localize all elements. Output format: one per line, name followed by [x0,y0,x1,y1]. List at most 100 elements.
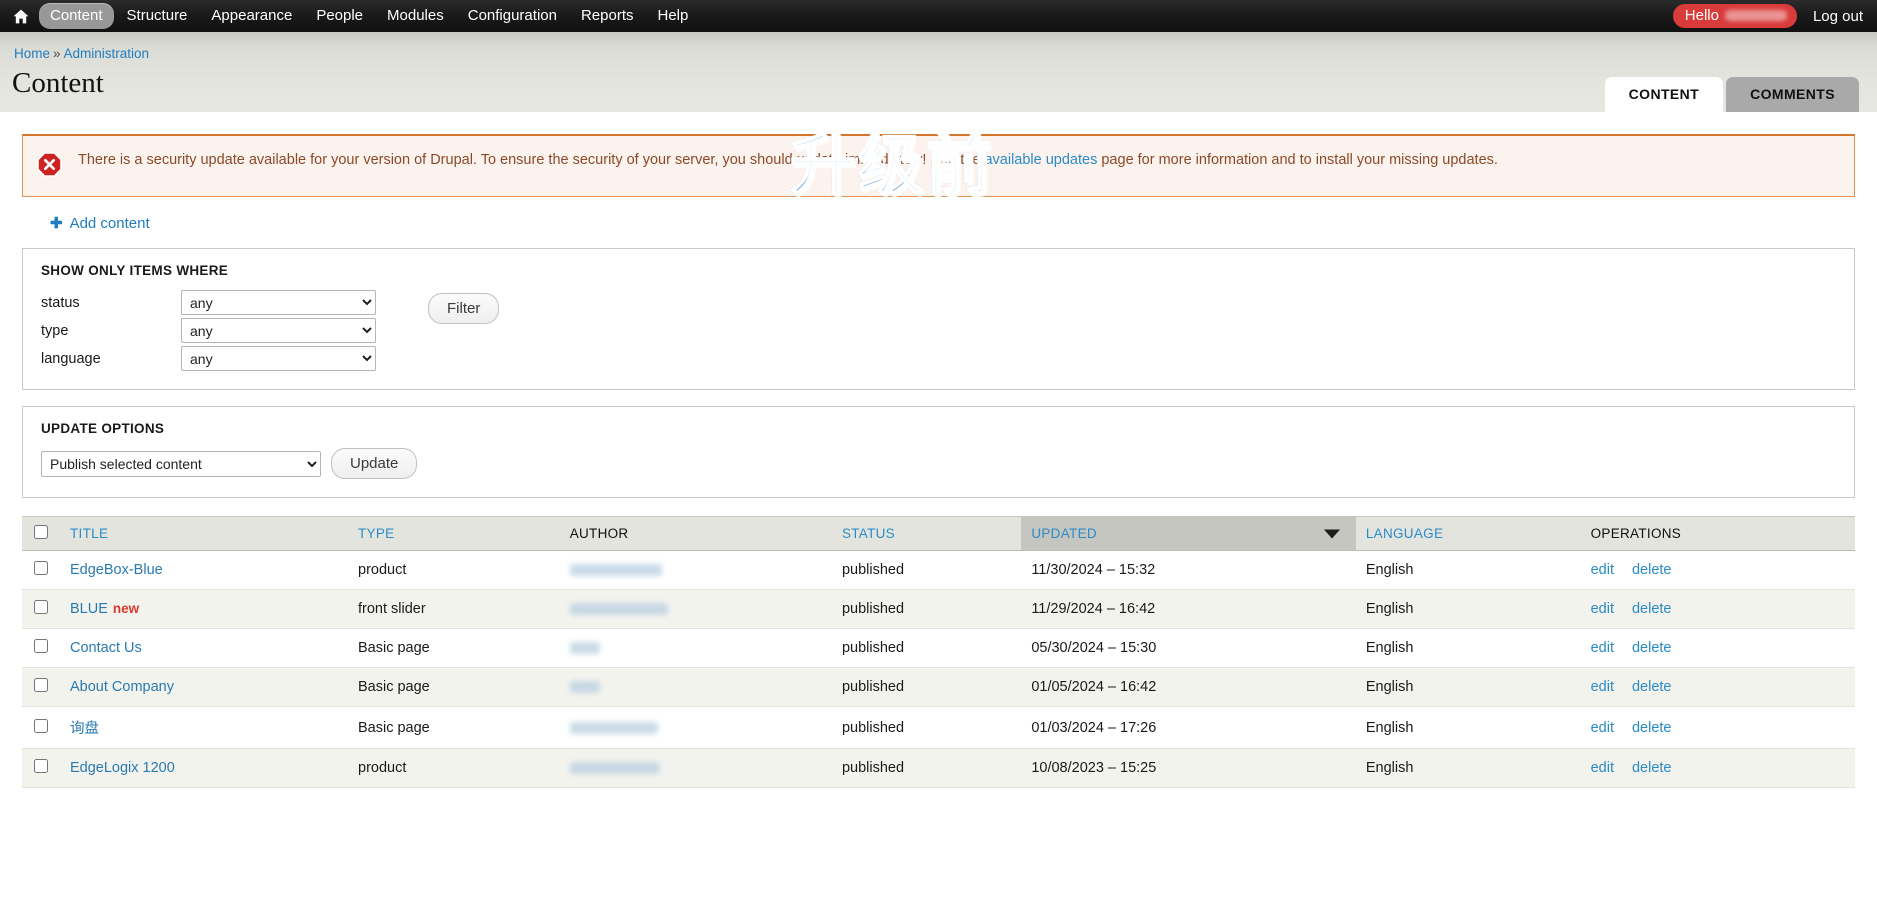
toolbar-menu: Content Structure Appearance People Modules C… [38,3,700,29]
filter-select-status[interactable]: anypublishedunpublished [181,290,376,315]
row-checkbox[interactable] [34,561,48,575]
cell-title: EdgeBox-Blue [60,550,348,590]
delete-link[interactable]: delete [1632,679,1672,695]
select-all-checkbox[interactable] [34,525,48,539]
column-sort-link-status[interactable]: STATUS [842,526,895,541]
toolbar-item-appearance[interactable]: Appearance [200,3,303,29]
filter-row-type: type anyproductfront sliderBasic page [41,318,376,343]
breadcrumb-home[interactable]: Home [14,46,50,61]
toolbar-user-area: Hello Log out [1672,4,1863,28]
home-icon[interactable] [10,5,32,27]
edit-link[interactable]: edit [1591,679,1614,695]
logout-link[interactable]: Log out [1813,8,1863,25]
breadcrumb-separator: » [53,46,61,61]
edit-link[interactable]: edit [1591,720,1614,736]
filter-label-status: status [41,294,80,311]
toolbar-item-reports[interactable]: Reports [570,3,645,29]
table-row: Contact Us Basic page published 05/30/2024 … [22,628,1855,668]
filter-legend: SHOW ONLY ITEMS WHERE [41,263,229,278]
delete-link[interactable]: delete [1632,562,1672,578]
filter-select-language[interactable]: anyEnglish [181,346,376,371]
content-title-link[interactable]: EdgeBox-Blue [70,562,163,578]
cell-operations: edit delete [1580,589,1855,629]
column-header-check [22,516,60,551]
cell-author [559,589,832,629]
cell-type: product [348,550,560,590]
filter-label-type: type [41,322,69,339]
username-redacted [1724,10,1787,21]
filter-row-language: language anyEnglish [41,346,376,371]
toolbar-item-help[interactable]: Help [647,3,700,29]
column-header-title[interactable]: TITLE [60,516,348,551]
filter-select-type[interactable]: anyproductfront sliderBasic page [181,318,376,343]
cell-language: English [1355,589,1581,629]
column-sort-link-language[interactable]: LANGUAGE [1366,526,1443,541]
edit-link[interactable]: edit [1591,760,1614,776]
update-button[interactable]: Update [331,448,418,479]
edit-link[interactable]: edit [1591,562,1614,578]
cell-language: English [1355,628,1581,668]
toolbar-item-structure[interactable]: Structure [116,3,199,29]
content-title-link[interactable]: 询盘 [70,721,99,737]
delete-link[interactable]: delete [1632,640,1672,656]
delete-link[interactable]: delete [1632,720,1672,736]
available-updates-link[interactable]: available updates [984,152,1097,168]
row-checkbox[interactable] [34,639,48,653]
message-text-after: page for more information and to install… [1097,152,1498,168]
cell-status: published [831,628,1022,668]
column-sort-link-updated[interactable]: UPDATED [1031,526,1097,541]
column-header-updated[interactable]: UPDATED [1021,516,1356,551]
update-action-select[interactable]: Publish selected contentUnpublish select… [41,450,321,477]
row-checkbox[interactable] [34,600,48,614]
content-title-link[interactable]: Contact Us [70,640,142,656]
add-content-link[interactable]: ✚ Add content [50,215,150,232]
edit-link[interactable]: edit [1591,601,1614,617]
action-links: ✚ Add content [50,215,1855,232]
row-checkbox[interactable] [34,718,48,733]
cell-operations: edit delete [1580,706,1855,749]
content-title-link[interactable]: EdgeLogix 1200 [70,760,175,776]
delete-link[interactable]: delete [1632,601,1672,617]
column-header-type[interactable]: TYPE [348,516,560,551]
column-header-author: AUTHOR [559,516,832,551]
cell-status: published [831,706,1022,749]
filter-row-status: status anypublishedunpublished [41,290,376,315]
tab-comments[interactable]: COMMENTS [1726,77,1859,112]
cell-status: published [831,550,1022,590]
filter-button[interactable]: Filter [428,293,500,324]
toolbar-item-content[interactable]: Content [39,3,114,29]
edit-link[interactable]: edit [1591,640,1614,656]
author-redacted [569,564,662,577]
cell-title: EdgeLogix 1200 [60,748,348,788]
row-checkbox[interactable] [34,759,48,773]
row-select-cell [22,667,60,707]
admin-toolbar: Content Structure Appearance People Modules C… [0,0,1877,32]
cell-title: About Company [60,667,348,707]
toolbar-item-people[interactable]: People [305,3,374,29]
content-table-head: TITLE TYPE AUTHOR STATUS UPDATED LANGUAGE OPER… [22,516,1855,551]
delete-link[interactable]: delete [1632,760,1672,776]
breadcrumb-administration[interactable]: Administration [64,46,150,61]
main-content: 升级前 There is a security update available… [0,126,1877,788]
table-row: 询盘 Basic page published 01/03/2024 – 17:26 E… [22,706,1855,749]
column-header-status[interactable]: STATUS [831,516,1022,551]
tab-content[interactable]: CONTENT [1604,77,1724,112]
security-update-text: There is a security update available for… [78,150,1498,171]
toolbar-item-configuration[interactable]: Configuration [457,3,568,29]
page-title: Content [12,67,104,99]
cell-updated: 10/08/2023 – 15:25 [1021,748,1356,788]
column-header-language[interactable]: LANGUAGE [1355,516,1581,551]
column-sort-link-title[interactable]: TITLE [70,526,108,541]
content-title-link[interactable]: About Company [70,679,174,695]
security-update-message: There is a security update available for… [22,134,1855,197]
column-sort-link-type[interactable]: TYPE [358,526,394,541]
cell-updated: 11/30/2024 – 15:32 [1021,550,1356,590]
row-checkbox[interactable] [34,678,48,692]
cell-type: Basic page [348,667,560,707]
hello-user-pill[interactable]: Hello [1672,4,1797,28]
content-title-link[interactable]: BLUE [70,601,108,617]
toolbar-item-modules[interactable]: Modules [376,3,455,29]
cell-status: published [831,589,1022,629]
table-header-row: TITLE TYPE AUTHOR STATUS UPDATED LANGUAGE OPER… [22,516,1855,551]
cell-operations: edit delete [1580,667,1855,707]
